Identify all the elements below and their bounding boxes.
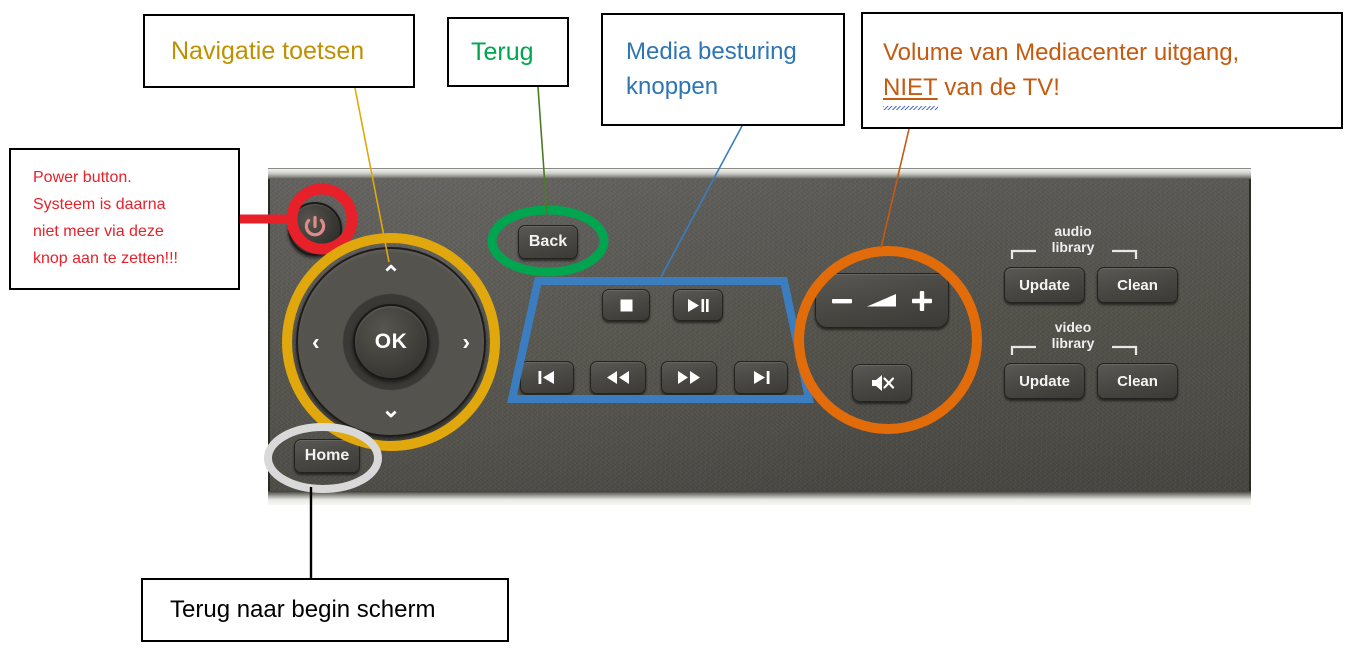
callout-navigation-text: Navigatie toetsen: [171, 36, 365, 65]
callout-volume-emphasis: NIET: [883, 73, 938, 101]
callout-home: Terug naar begin scherm: [141, 578, 509, 642]
callout-power: Power button. Systeem is daarna niet mee…: [9, 148, 240, 290]
annotated-remote-screenshot: ⌃ ⌄ ‹ › OK Home Back audio library Updat…: [0, 0, 1355, 652]
callout-media-line2: knoppen: [626, 72, 719, 100]
media-leader-line: [660, 125, 743, 278]
volume-leader-line: [880, 128, 910, 249]
callout-power-line4: knop aan te zetten!!!: [33, 249, 178, 267]
callout-volume-line2: NIET van de TV!: [883, 71, 1341, 106]
callout-volume: Volume van Mediacenter uitgang, NIET van…: [861, 12, 1343, 129]
callout-power-line1: Power button.: [33, 169, 132, 187]
callout-power-line3: niet meer via deze: [33, 223, 164, 240]
callout-back: Terug: [447, 17, 569, 87]
callout-navigation: Navigatie toetsen: [143, 14, 415, 88]
callout-back-text: Terug: [471, 37, 534, 66]
back-leader-line: [537, 86, 548, 215]
callout-home-text: Terug naar begin scherm: [170, 595, 436, 623]
callout-media: Media besturing knoppen: [601, 13, 845, 126]
callout-media-line1: Media besturing: [626, 37, 797, 65]
navigation-leader-line: [354, 87, 390, 263]
callout-volume-line1: Volume van Mediacenter uitgang,: [883, 38, 1240, 66]
callout-power-line2: Systeem is daarna: [33, 196, 166, 214]
callout-volume-line2-rest: van de TV!: [937, 73, 1060, 101]
